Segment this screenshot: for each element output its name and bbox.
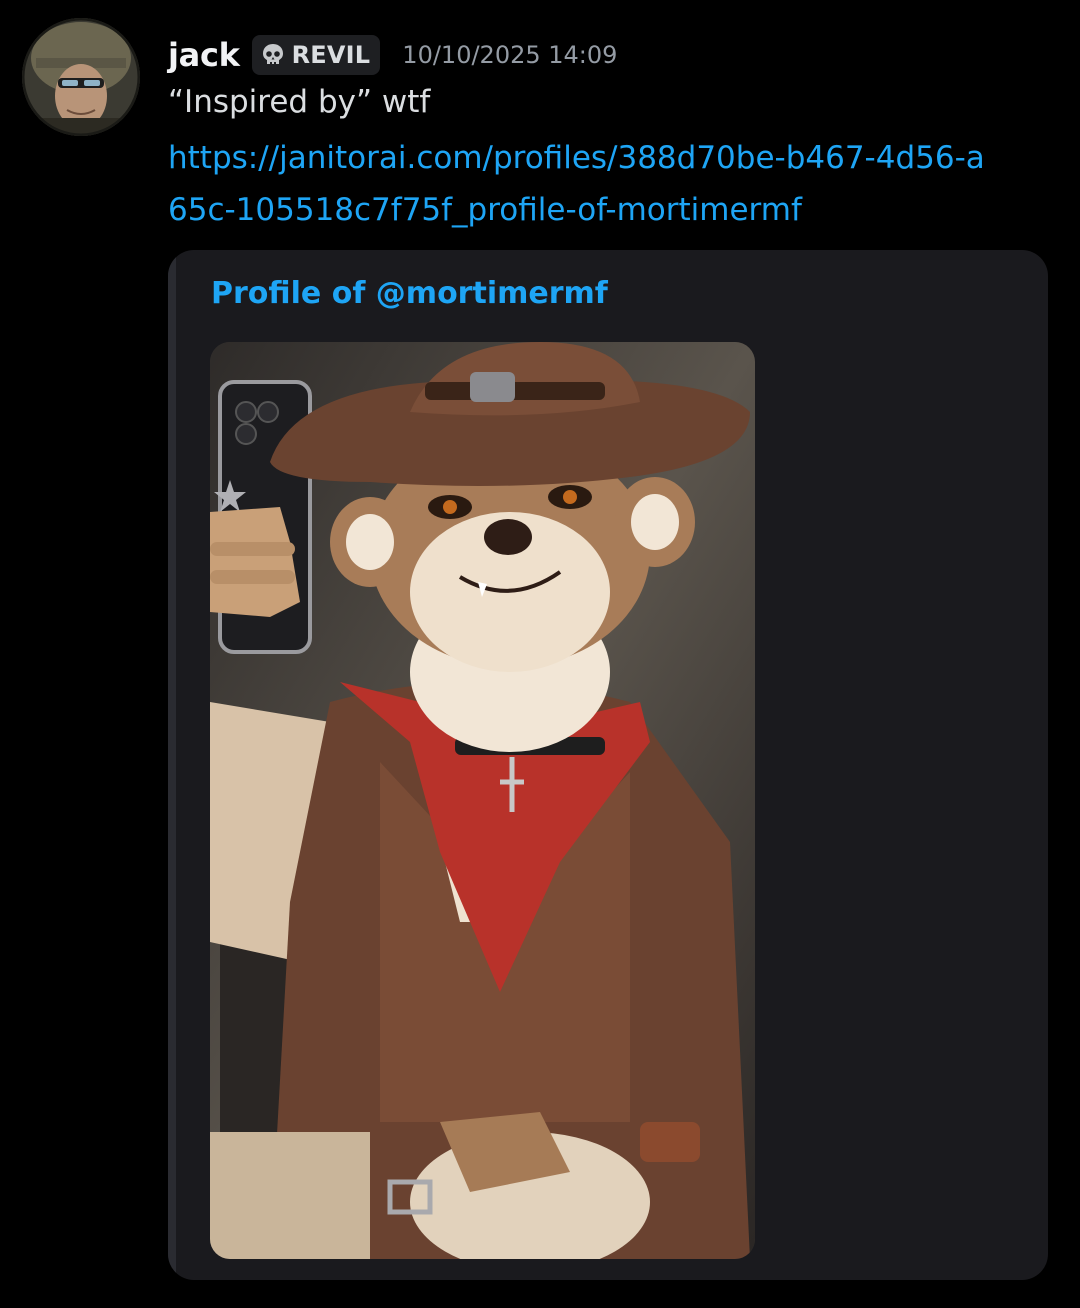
chat-message: jack REVIL 10/10/2025 14:09 “Inspired by… bbox=[0, 0, 1080, 1308]
embed-accent-bar bbox=[168, 250, 176, 1280]
cowboy-furry-selfie-image bbox=[210, 342, 755, 1259]
username[interactable]: jack bbox=[168, 36, 240, 74]
skull-icon bbox=[262, 44, 283, 64]
message-timestamp: 10/10/2025 14:09 bbox=[402, 41, 618, 69]
message-text: “Inspired by” wtf bbox=[168, 84, 431, 120]
guild-tag[interactable]: REVIL bbox=[251, 35, 381, 75]
message-link[interactable]: https://janitorai.com/profiles/388d70be-… bbox=[168, 132, 988, 236]
message-header: jack REVIL 10/10/2025 14:09 bbox=[168, 30, 617, 80]
link-embed: Profile of @mortimermf bbox=[168, 250, 1048, 1280]
soldier-avatar-icon bbox=[22, 18, 140, 136]
embed-image[interactable] bbox=[210, 342, 755, 1259]
guild-tag-label: REVIL bbox=[291, 41, 371, 69]
user-avatar[interactable] bbox=[22, 18, 140, 136]
embed-title[interactable]: Profile of @mortimermf bbox=[211, 276, 608, 311]
